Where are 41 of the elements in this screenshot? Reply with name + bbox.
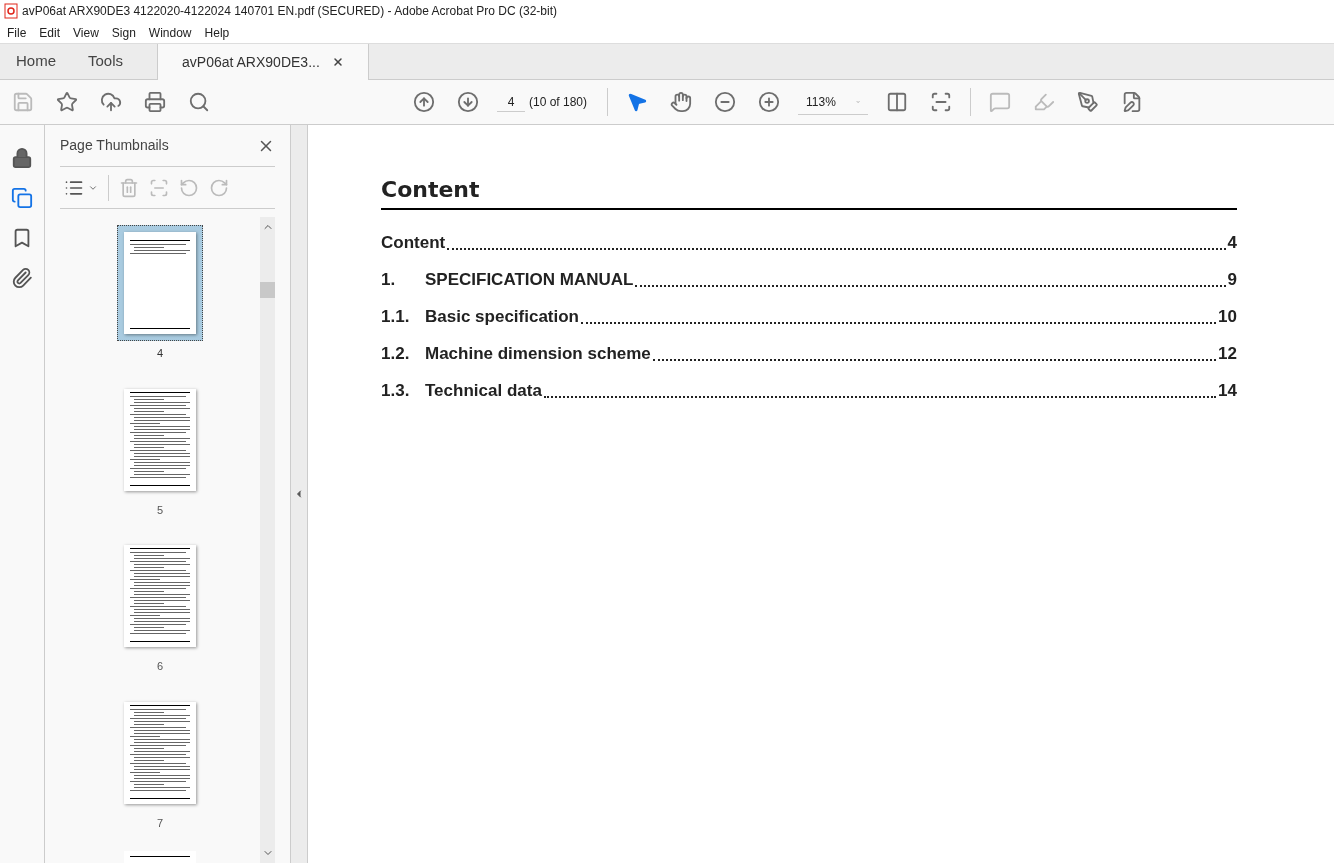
nav-tab[interactable]: Home — [0, 44, 72, 79]
document-tab[interactable]: avP06at ARX90DE3... — [157, 44, 369, 80]
page-reference: 4 — [1227, 231, 1237, 254]
zoom-dropdown[interactable]: 113% — [798, 89, 869, 115]
page-reference: 12 — [1218, 342, 1237, 365]
window-title: avP06at ARX90DE3 4122020-4122024 140701 EN.pdf (SECURED) - Adobe Acrobat Pro DC (32-bit) — [22, 3, 557, 20]
scrollbar[interactable] — [260, 217, 275, 863]
menu-item[interactable]: Help — [204, 23, 230, 42]
page-number: 4 — [156, 346, 164, 361]
close-icon[interactable] — [331, 56, 344, 68]
paperclip-icon[interactable] — [11, 267, 33, 289]
page-thumbnail[interactable] — [117, 225, 203, 341]
nav-tab[interactable]: Tools — [72, 44, 140, 79]
menu-item[interactable]: Sign — [111, 23, 136, 42]
section-number: 1. — [381, 268, 397, 291]
pages-icon[interactable] — [11, 187, 33, 209]
page-count: (10 of 180) — [529, 94, 588, 111]
menu-item[interactable]: Edit — [39, 23, 61, 42]
page-reference: 9 — [1227, 268, 1237, 291]
toc-link[interactable]: Basic specification — [425, 303, 579, 329]
page-reference: 14 — [1218, 379, 1237, 402]
toc-link[interactable]: Content — [381, 229, 446, 255]
menu-item[interactable]: View — [73, 23, 99, 42]
page-field[interactable]: 4 — [497, 92, 525, 112]
toc-link[interactable]: SPECIFICATION MANUAL — [425, 266, 634, 292]
section-number: 1.3. — [381, 379, 411, 402]
page-number: 5 — [156, 502, 164, 518]
menu-item[interactable]: Window — [148, 23, 192, 42]
page-number: 6 — [156, 659, 164, 674]
panel-title: Page Thumbnails — [60, 136, 169, 155]
pdf-app-icon — [4, 3, 18, 19]
page-number: 7 — [156, 815, 164, 831]
section-number: 1.1. — [381, 305, 411, 328]
section-number: 1.2. — [381, 342, 411, 365]
toc-link[interactable]: Machine dimension scheme — [425, 340, 651, 366]
menu-item[interactable]: File — [7, 23, 27, 42]
lock-icon[interactable] — [11, 147, 33, 169]
page-reference: 10 — [1218, 305, 1237, 328]
scroll-thumb[interactable] — [260, 282, 275, 298]
toc-link[interactable]: Technical data — [425, 377, 542, 403]
heading: Content — [381, 173, 1237, 210]
